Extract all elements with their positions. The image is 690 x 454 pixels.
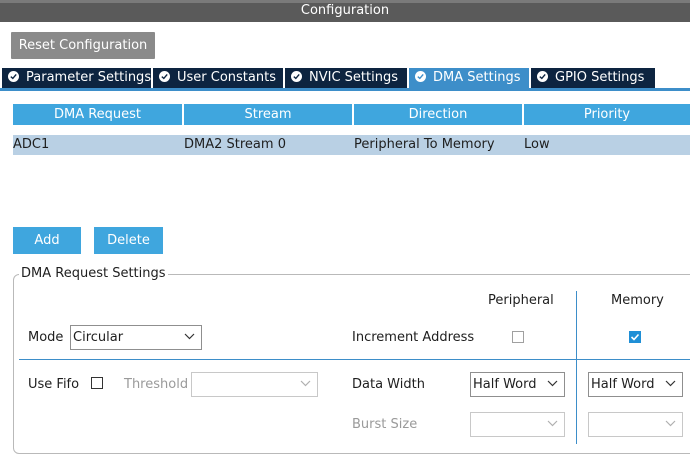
check-circle-icon — [415, 71, 426, 82]
column-header-priority[interactable]: Priority — [524, 104, 690, 125]
peripheral-burst-size-select[interactable] — [470, 412, 565, 437]
window-title: Configuration — [300, 3, 390, 18]
increment-address-label: Increment Address — [352, 330, 475, 345]
peripheral-data-width-value: Half Word — [473, 377, 537, 392]
add-button[interactable]: Add — [13, 227, 81, 254]
check-circle-icon — [291, 71, 302, 82]
data-width-label: Data Width — [352, 377, 425, 392]
peripheral-data-width-select[interactable]: Half Word — [470, 372, 565, 397]
row-separator — [19, 359, 690, 360]
cell-direction: Peripheral To Memory — [354, 137, 495, 152]
cell-dma-request: ADC1 — [13, 137, 50, 152]
memory-burst-size-select[interactable] — [588, 412, 683, 437]
memory-data-width-value: Half Word — [591, 377, 655, 392]
mode-label: Mode — [28, 330, 64, 345]
window-title-bar: Configuration — [0, 0, 690, 22]
check-circle-icon — [537, 71, 548, 82]
tab-dma-settings[interactable]: DMA Settings — [409, 68, 529, 88]
memory-header: Memory — [611, 293, 664, 308]
chevron-down-icon — [184, 333, 195, 340]
cell-stream: DMA2 Stream 0 — [184, 137, 286, 152]
tab-label: GPIO Settings — [555, 70, 645, 85]
chevron-down-icon — [300, 380, 311, 387]
use-fifo-checkbox[interactable] — [91, 377, 103, 389]
column-header-dma-request[interactable]: DMA Request — [13, 104, 182, 125]
checkmark-icon — [630, 333, 640, 341]
threshold-label: Threshold — [124, 377, 189, 392]
tab-label: NVIC Settings — [309, 70, 398, 85]
chevron-down-icon — [665, 420, 676, 427]
memory-increment-checkbox[interactable] — [629, 331, 641, 343]
column-header-stream[interactable]: Stream — [184, 104, 352, 125]
chevron-down-icon — [547, 420, 558, 427]
tab-gpio-settings[interactable]: GPIO Settings — [531, 68, 655, 88]
tab-label: User Constants — [177, 70, 276, 85]
tab-parameter-settings[interactable]: Parameter Settings — [2, 68, 151, 88]
check-circle-icon — [8, 71, 19, 82]
tab-nvic-settings[interactable]: NVIC Settings — [285, 68, 407, 88]
burst-size-label: Burst Size — [352, 417, 418, 432]
reset-configuration-button[interactable]: Reset Configuration — [11, 32, 155, 59]
chevron-down-icon — [665, 380, 676, 387]
use-fifo-label: Use Fifo — [28, 377, 80, 392]
mode-value: Circular — [73, 330, 124, 345]
peripheral-header: Peripheral — [488, 293, 554, 308]
group-title: DMA Request Settings — [19, 265, 168, 283]
cell-priority: Low — [524, 137, 550, 152]
tab-label: DMA Settings — [433, 70, 521, 85]
peripheral-increment-checkbox[interactable] — [512, 331, 524, 343]
tab-user-constants[interactable]: User Constants — [153, 68, 283, 88]
threshold-select[interactable] — [191, 372, 318, 397]
check-circle-icon — [159, 71, 170, 82]
column-separator — [576, 291, 577, 444]
memory-data-width-select[interactable]: Half Word — [588, 372, 683, 397]
tab-underline — [0, 88, 690, 91]
delete-button[interactable]: Delete — [94, 227, 163, 254]
mode-select[interactable]: Circular — [70, 325, 202, 350]
tab-label: Parameter Settings — [26, 70, 152, 85]
chevron-down-icon — [547, 380, 558, 387]
column-header-direction[interactable]: Direction — [354, 104, 522, 125]
